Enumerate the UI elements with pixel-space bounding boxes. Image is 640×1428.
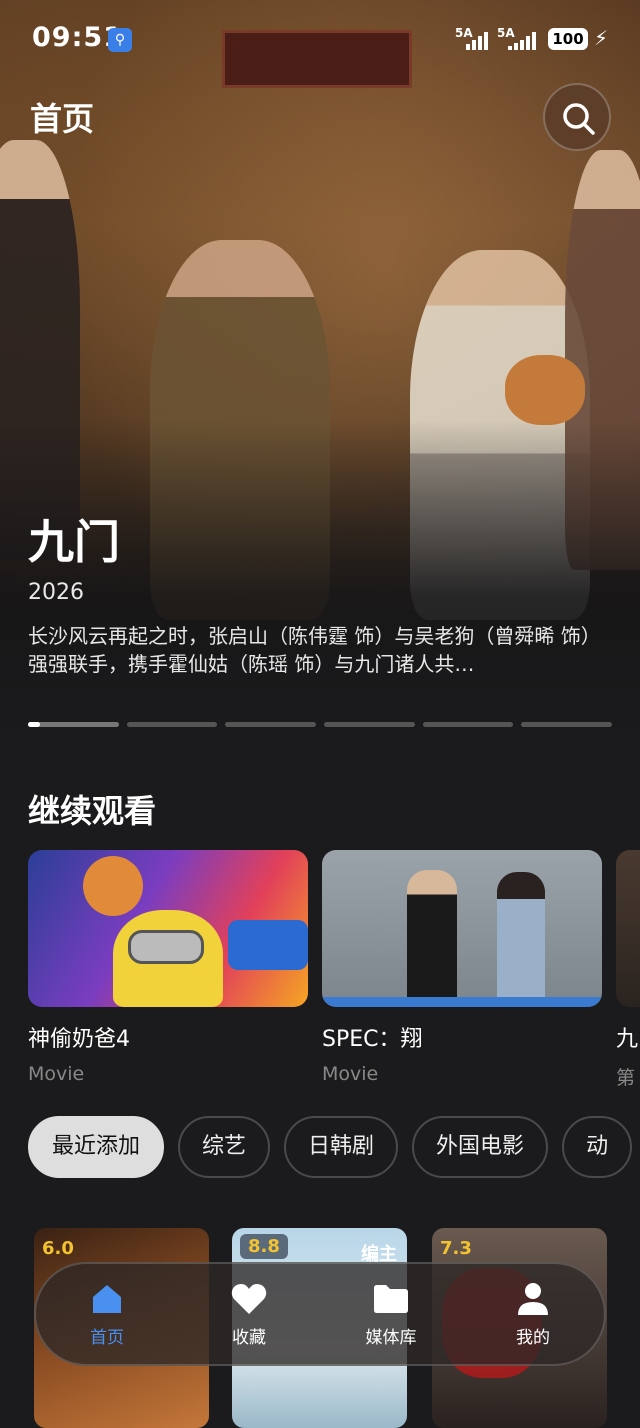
nav-profile[interactable]: 我的 xyxy=(462,1264,604,1364)
carousel-dot[interactable] xyxy=(521,722,613,727)
battery-icon: 100 xyxy=(548,28,588,50)
rating-badge: 6.0 xyxy=(42,1238,74,1259)
rating-badge: 7.3 xyxy=(440,1238,472,1259)
carousel-dot[interactable] xyxy=(28,722,119,727)
hero-dog xyxy=(505,355,585,425)
heart-icon xyxy=(231,1281,267,1317)
nav-favorites[interactable]: 收藏 xyxy=(178,1264,320,1364)
carousel-dot[interactable] xyxy=(422,722,514,727)
nav-label: 我的 xyxy=(516,1327,550,1348)
carousel-dot[interactable] xyxy=(126,722,218,727)
carousel-dot[interactable] xyxy=(225,722,317,727)
bottom-nav: 首页 收藏 媒体库 我的 xyxy=(34,1262,606,1366)
hero-description: 长沙风云再起之时，张启山（陈伟霆 饰）与吴老狗（曾舜晞 饰）强强联手，携手霍仙姑… xyxy=(28,624,601,676)
hero-year: 2026 xyxy=(28,580,84,605)
chip-anime[interactable]: 动 xyxy=(562,1116,633,1178)
chip-jk-drama[interactable]: 日韩剧 xyxy=(284,1116,399,1178)
chip-recently-added[interactable]: 最近添加 xyxy=(28,1116,165,1178)
charging-icon: ⚡ xyxy=(594,26,609,50)
section-title-continue-watching: 继续观看 xyxy=(28,792,157,830)
hero-title: 九门 xyxy=(28,515,120,569)
nav-label: 媒体库 xyxy=(365,1327,417,1348)
card-type: Movie xyxy=(28,1063,85,1085)
thumbnail xyxy=(322,850,602,1007)
search-icon xyxy=(563,103,595,135)
chip-foreign-movie[interactable]: 外国电影 xyxy=(412,1116,549,1178)
carousel-dot[interactable] xyxy=(324,722,415,727)
usb-icon: ⚲ xyxy=(108,28,132,52)
nav-label: 收藏 xyxy=(232,1327,266,1348)
home-icon xyxy=(90,1281,124,1317)
rating-badge: 8.8 xyxy=(240,1234,288,1259)
thumbnail xyxy=(28,850,308,1007)
carousel-indicator xyxy=(28,722,613,727)
card-title: 九 xyxy=(616,1027,639,1052)
hero-shade xyxy=(0,420,640,740)
continue-card[interactable]: SPEC：翔 Movie xyxy=(322,850,602,1085)
nav-media-library[interactable]: 媒体库 xyxy=(320,1264,462,1364)
nav-home[interactable]: 首页 xyxy=(36,1264,178,1364)
signal-icon xyxy=(466,30,488,50)
status-bar: 09:51 ⚲ 5A 5A 100 ⚡ xyxy=(0,0,640,80)
search-button[interactable] xyxy=(543,83,611,151)
continue-card[interactable]: 九 第 xyxy=(616,850,640,1090)
user-icon xyxy=(517,1281,549,1317)
nav-label: 首页 xyxy=(90,1327,124,1348)
card-title: SPEC：翔 xyxy=(322,1027,423,1052)
folder-icon xyxy=(373,1281,409,1317)
card-type: Movie xyxy=(322,1063,379,1085)
category-chips: 最近添加 综艺 日韩剧 外国电影 动 xyxy=(28,1116,633,1178)
page-title: 首页 xyxy=(30,100,95,138)
continue-card[interactable]: 神偷奶爸4 Movie xyxy=(28,850,308,1085)
card-type: 第 xyxy=(616,1067,636,1089)
signal-icon xyxy=(508,30,536,50)
chip-variety[interactable]: 综艺 xyxy=(178,1116,271,1178)
card-title: 神偷奶爸4 xyxy=(28,1027,130,1052)
thumbnail xyxy=(616,850,640,1007)
